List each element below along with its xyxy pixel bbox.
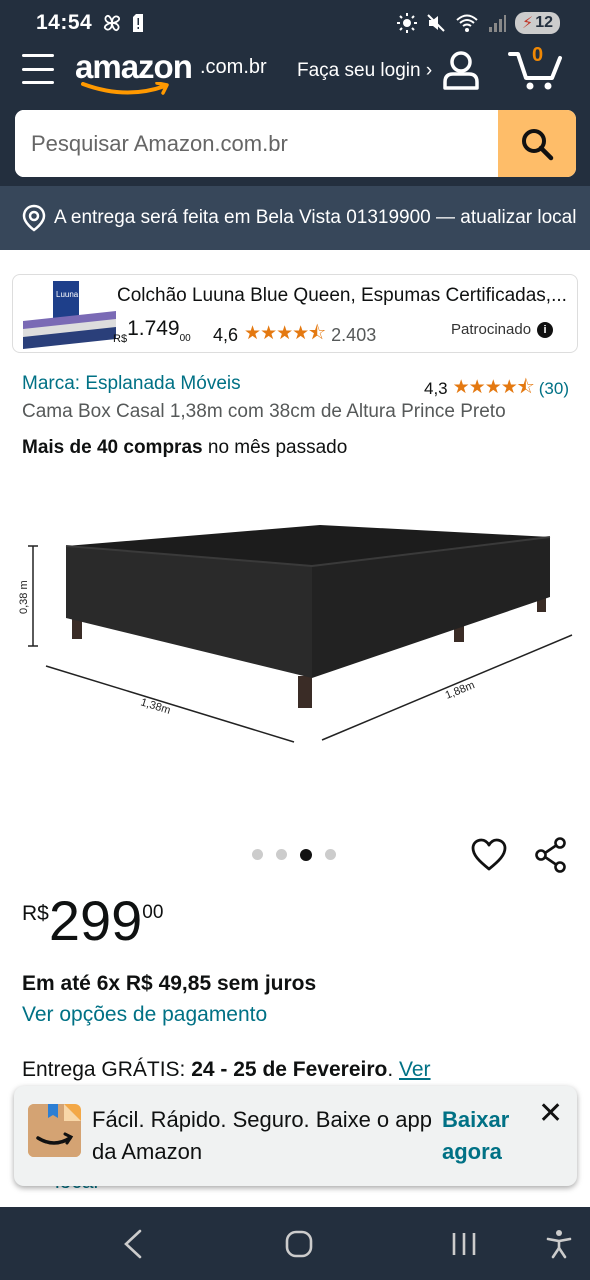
product-image[interactable]: 0,38 m 1,38m 1,88m <box>0 480 590 810</box>
logo-domain: .com.br <box>200 56 267 78</box>
ad-title[interactable]: Colchão Luuna Blue Queen, Espumas Certif… <box>117 285 567 307</box>
delivery-location-bar[interactable]: A entrega será feita em Bela Vista 01319… <box>0 186 590 250</box>
signal-icon <box>488 15 506 32</box>
battery-icon: ⚡ 12 <box>514 12 560 34</box>
back-icon[interactable] <box>122 1229 144 1259</box>
heart-icon[interactable] <box>471 838 507 872</box>
share-icon[interactable] <box>533 836 569 874</box>
search-area <box>0 98 590 186</box>
search-button[interactable] <box>498 110 576 177</box>
brand-link[interactable]: Marca: Esplanada Móveis <box>22 373 241 395</box>
sponsored-label[interactable]: Patrocinado i <box>451 321 554 338</box>
ad-star-icons: ★★★★⯪ <box>244 323 326 344</box>
app-download-banner: Fácil. Rápido. Seguro. Baixe o app da Am… <box>14 1086 577 1186</box>
location-pin-icon <box>22 204 46 232</box>
search-bar <box>15 110 576 177</box>
search-input[interactable] <box>15 110 498 177</box>
carousel-dot[interactable] <box>300 848 312 861</box>
logo-word: amazon <box>75 48 193 85</box>
payment-options-link[interactable]: Ver opções de pagamento <box>22 1003 267 1027</box>
price-cents: 00 <box>142 902 164 923</box>
width-dimension-label: 1,38m <box>139 696 172 716</box>
carousel-dot[interactable] <box>325 849 336 860</box>
user-icon[interactable] <box>442 50 480 90</box>
sponsored-ad[interactable]: Luuna Colchão Luuna Blue Queen, Espumas … <box>12 274 578 353</box>
delivery-details-link[interactable]: Ver <box>399 1058 431 1081</box>
price-whole: 299 <box>48 889 143 952</box>
height-dimension-label: 0,38 m <box>18 580 30 614</box>
delivery-info: Entrega GRÁTIS: 24 - 25 de Fevereiro. Ve… <box>22 1058 431 1081</box>
amazon-app-icon <box>28 1104 81 1157</box>
status-bar: 14:54 ⚡ 12 <box>0 0 590 46</box>
mute-icon <box>427 14 445 32</box>
product-title: Cama Box Casal 1,38m com 38cm de Altura … <box>22 401 506 422</box>
ad-rating: 4,6 ★★★★⯪ 2.403 <box>213 319 376 351</box>
product-price: R$ 299 00 <box>22 890 163 952</box>
status-time: 14:54 <box>36 11 93 34</box>
review-count: (30) <box>538 379 569 398</box>
menu-icon[interactable] <box>22 54 54 84</box>
close-icon[interactable]: ✕ <box>538 1096 563 1131</box>
cart-count: 0 <box>532 44 544 66</box>
installments-text: Em até 6x R$ 49,85 sem juros <box>22 972 317 995</box>
system-nav-bar <box>0 1207 590 1280</box>
price-currency: R$ <box>22 902 49 925</box>
wifi-icon <box>456 14 478 32</box>
banner-message: Fácil. Rápido. Seguro. Baixe o app da Am… <box>92 1107 432 1164</box>
sim-alert-icon <box>133 14 144 32</box>
battery-level: 12 <box>535 14 553 31</box>
login-link[interactable]: Faça seu login › <box>297 60 432 82</box>
carousel-dots <box>252 848 336 861</box>
delivery-location-text: A entrega será feita em Bela Vista 01319… <box>54 207 577 228</box>
thumb-brand-text: Luuna <box>56 290 79 299</box>
ad-price: R$ 1.749 00 <box>113 317 191 345</box>
info-icon[interactable]: i <box>537 321 554 338</box>
ad-review-count: 2.403 <box>331 324 377 345</box>
accessibility-icon[interactable] <box>545 1229 573 1259</box>
carousel-dot[interactable] <box>276 849 287 860</box>
recent-apps-icon[interactable] <box>451 1229 477 1259</box>
sponsored-text: Patrocinado <box>451 321 532 338</box>
mattress-thumbnail: Luuna <box>23 281 116 349</box>
top-bar: amazon .com.br Faça seu login › 0 <box>0 44 590 98</box>
carousel-dot[interactable] <box>252 849 263 860</box>
pinwheel-icon <box>104 14 121 32</box>
brightness-icon <box>396 13 417 33</box>
search-icon <box>522 128 554 160</box>
download-app-button[interactable]: Baixar agora <box>442 1104 509 1168</box>
bought-count: Mais de 40 compras no mês passado <box>22 437 348 458</box>
rating-value: 4,3 <box>423 379 448 398</box>
home-icon[interactable] <box>284 1229 314 1259</box>
ad-rating-value: 4,6 <box>213 324 239 345</box>
smile-arrow-icon <box>81 82 169 95</box>
